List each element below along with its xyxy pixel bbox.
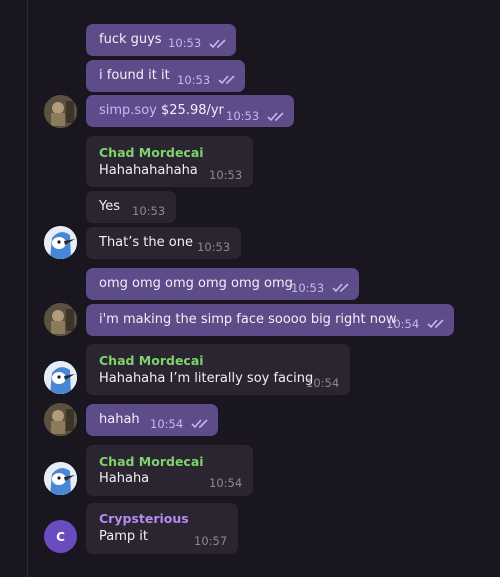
message-incoming[interactable]: Yes 10:53 [86,191,176,223]
sender-name[interactable]: Crypsterious [99,511,189,526]
message-time: 10:53 [168,36,202,50]
blue-jay-icon [44,361,77,394]
message-time: 10:53 [291,281,325,295]
message-link[interactable]: simp.soy [99,103,157,118]
message-text: simp.soy $25.98/yr [99,103,224,118]
message-time: 10:53 [132,204,166,218]
chat-divider [27,0,28,577]
message-outgoing[interactable]: i'm making the simp face soooo big right… [86,304,454,336]
blue-jay-icon [44,462,77,495]
user-photo-avatar[interactable] [44,303,77,336]
blue-jay-avatar[interactable] [44,361,77,394]
message-time: 10:54 [306,376,340,390]
message-text: Hahahaha I’m literally soy facing [99,371,314,386]
message-time: 10:54 [209,476,243,490]
message-text: fuck guys [99,32,162,47]
user-photo-avatar[interactable] [44,95,77,128]
message-time: 10:53 [226,109,260,123]
user-photo-avatar[interactable] [44,403,77,436]
sender-name[interactable]: Chad Mordecai [99,145,204,160]
message-outgoing[interactable]: i found it it 10:53 [86,60,245,92]
message-outgoing[interactable]: omg omg omg omg omg omg 10:53 [86,268,359,300]
message-outgoing[interactable]: simp.soy $25.98/yr 10:53 [86,95,294,127]
message-time: 10:53 [197,240,231,254]
double-check-icon [427,319,444,329]
message-incoming[interactable]: Chad Mordecai Hahaha 10:54 [86,445,253,496]
message-time: 10:54 [386,317,420,331]
message-outgoing[interactable]: fuck guys 10:53 [86,24,236,56]
double-check-icon [332,283,349,293]
photo-avatar-icon [44,403,77,436]
blue-jay-avatar[interactable] [44,462,77,495]
photo-avatar-icon [44,303,77,336]
sender-name[interactable]: Chad Mordecai [99,454,204,469]
message-time: 10:57 [194,534,228,548]
message-incoming[interactable]: Chad Mordecai Hahahahahaha 10:53 [86,136,253,187]
sender-name[interactable]: Chad Mordecai [99,353,204,368]
message-text: i found it it [99,68,170,83]
message-text: omg omg omg omg omg omg [99,276,293,291]
double-check-icon [209,39,226,49]
letter-avatar[interactable]: C [44,520,77,553]
double-check-icon [191,419,208,429]
message-time: 10:54 [150,417,184,431]
message-time: 10:53 [209,168,243,182]
double-check-icon [218,75,235,85]
message-text: i'm making the simp face soooo big right… [99,312,397,327]
photo-avatar-icon [44,95,77,128]
message-time: 10:53 [177,73,211,87]
message-text: Yes [99,199,120,214]
double-check-icon [267,112,284,122]
message-text: hahah [99,412,140,427]
message-text: Pamp it [99,529,148,544]
blue-jay-icon [44,226,77,259]
message-price: $25.98/yr [161,103,224,118]
message-incoming[interactable]: Chad Mordecai Hahahaha I’m literally soy… [86,344,350,395]
message-text: Hahaha [99,471,150,486]
message-incoming[interactable]: Crypsterious Pamp it 10:57 [86,503,238,554]
message-outgoing[interactable]: hahah 10:54 [86,404,218,436]
message-incoming[interactable]: That’s the one 10:53 [86,227,241,259]
blue-jay-avatar[interactable] [44,226,77,259]
message-text: Hahahahahaha [99,163,198,178]
message-text: That’s the one [99,235,193,250]
